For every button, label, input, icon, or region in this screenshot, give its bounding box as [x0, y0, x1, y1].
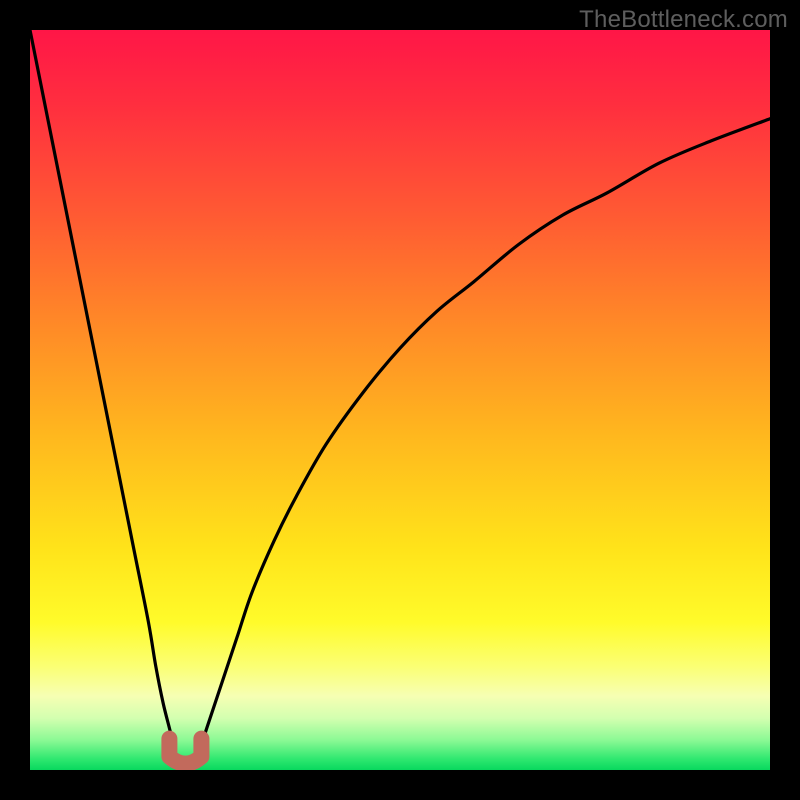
watermark-text: TheBottleneck.com — [579, 6, 788, 34]
bottleneck-marker — [30, 30, 770, 770]
chart-plot-area — [30, 30, 770, 770]
